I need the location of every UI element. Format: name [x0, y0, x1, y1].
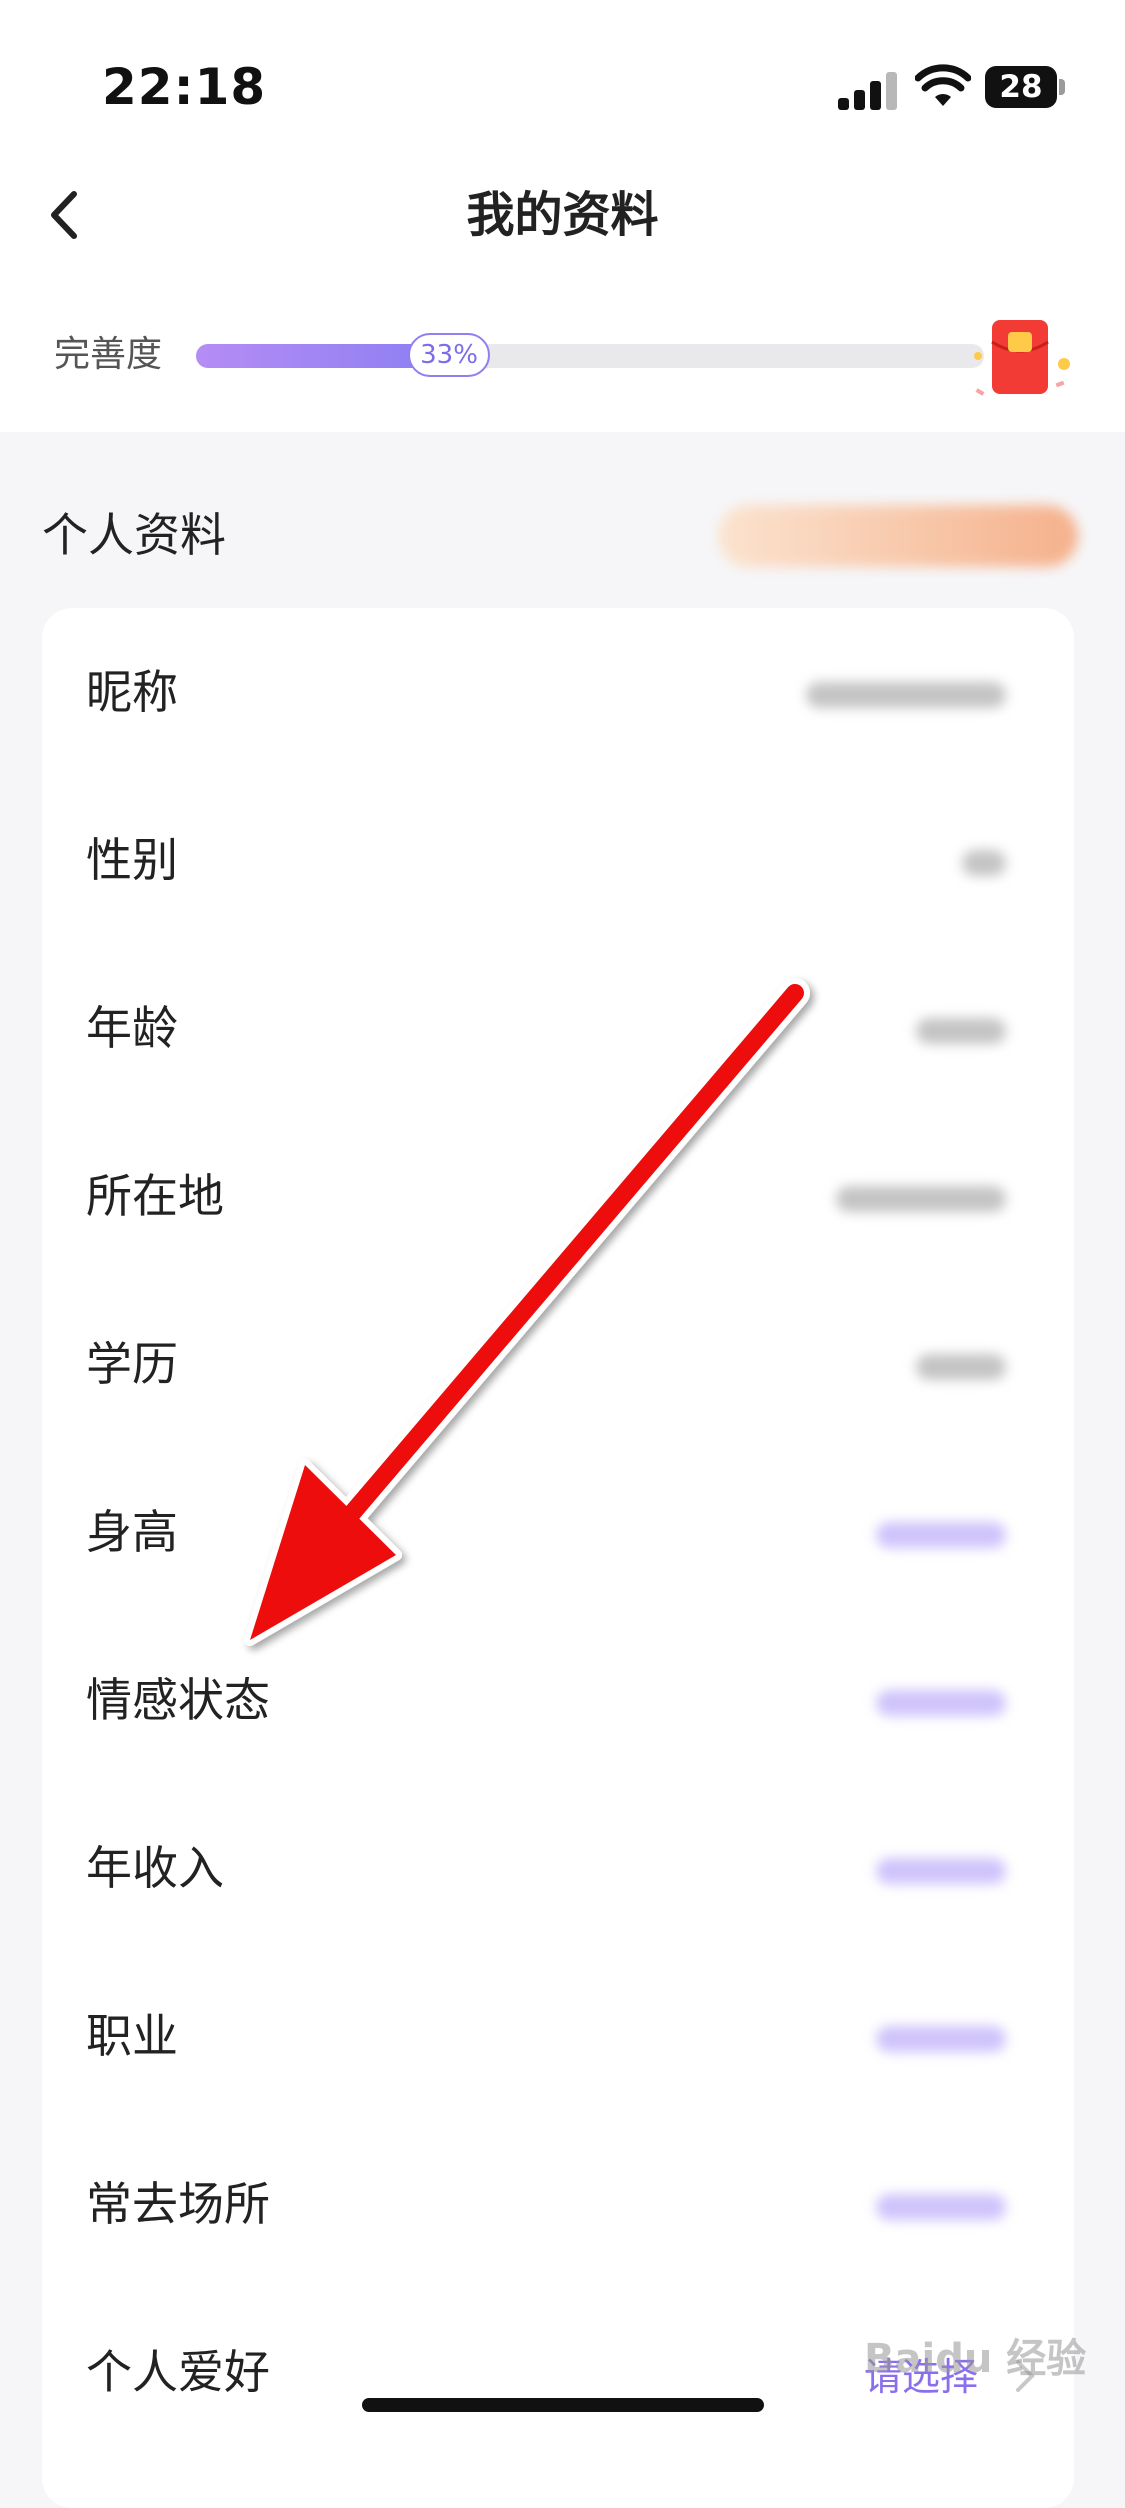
row-value-blurred [806, 682, 1006, 708]
profile-row[interactable]: 年龄 [42, 944, 1074, 1112]
row-label: 年龄 [86, 1001, 178, 1055]
row-label: 常去场所 [86, 2177, 270, 2231]
battery-level: 28 [999, 69, 1043, 105]
row-value-blurred [876, 1858, 1006, 1884]
profile-row[interactable]: 身高 [42, 1448, 1074, 1616]
battery-icon: 28 [985, 66, 1065, 108]
profile-row[interactable]: 年收入 [42, 1784, 1074, 1952]
row-label: 昵称 [86, 665, 178, 719]
row-value-blurred [962, 850, 1006, 876]
completion-label: 完善度 [54, 334, 163, 375]
profile-row[interactable]: 学历 [42, 1280, 1074, 1448]
watermark: Baidu 经验 [864, 2336, 1087, 2382]
signal-icon [838, 70, 900, 110]
red-envelope-icon[interactable] [970, 312, 1075, 412]
row-label: 个人爱好 [86, 2345, 270, 2399]
blurred-banner[interactable] [718, 505, 1078, 567]
home-indicator [362, 2398, 764, 2412]
row-label: 性别 [86, 833, 178, 887]
row-label: 身高 [86, 1505, 178, 1559]
row-value-blurred [916, 1354, 1006, 1380]
status-time: 22:18 [102, 58, 267, 116]
profile-row[interactable]: 常去场所 [42, 2120, 1074, 2288]
row-value-blurred [836, 1186, 1006, 1212]
row-value-blurred [916, 1018, 1006, 1044]
row-value-blurred [876, 2194, 1006, 2220]
row-label: 所在地 [86, 1169, 224, 1223]
profile-row[interactable]: 职业 [42, 1952, 1074, 2120]
profile-row[interactable]: 所在地 [42, 1112, 1074, 1280]
row-value-blurred [876, 2026, 1006, 2052]
completion-progress-bar [196, 344, 984, 368]
completion-percent-badge: 33% [408, 333, 491, 377]
row-value-blurred [876, 1522, 1006, 1548]
profile-card: 昵称 性别 年龄 所在地 学历 身高 情感状态 年收入 职业 常去场所 个人爱好 [42, 608, 1074, 2508]
profile-row[interactable]: 情感状态 [42, 1616, 1074, 1784]
profile-row[interactable]: 性别 [42, 776, 1074, 944]
section-title: 个人资料 [42, 508, 226, 562]
header: 22:18 28 我的资料 完善度 33% [0, 0, 1125, 432]
row-value-blurred [876, 1690, 1006, 1716]
row-label: 职业 [86, 2009, 178, 2063]
page-title: 我的资料 [466, 187, 659, 243]
row-label: 情感状态 [86, 1673, 270, 1727]
wifi-icon [915, 64, 971, 106]
row-label: 年收入 [86, 1841, 224, 1895]
profile-row[interactable]: 昵称 [42, 608, 1074, 776]
row-label: 学历 [86, 1337, 178, 1391]
